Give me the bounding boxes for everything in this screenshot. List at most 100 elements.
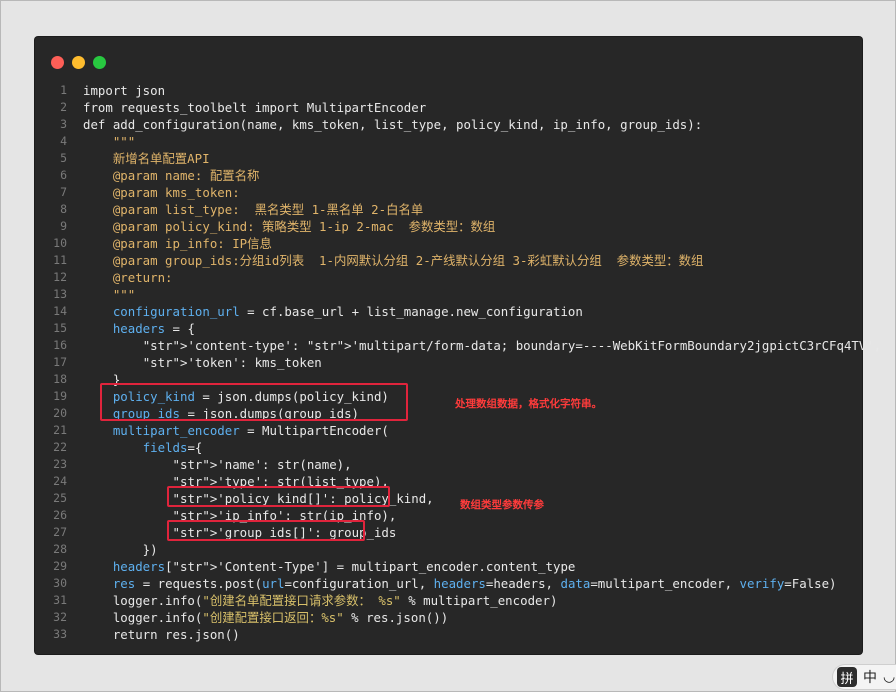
line-number: 16: [53, 338, 67, 352]
code-text: multipart_encoder = MultipartEncoder(: [112, 423, 389, 438]
line-number: 7: [60, 185, 67, 199]
code-text: from requests_toolbelt import MultipartE…: [83, 100, 427, 115]
line-number: 21: [53, 423, 67, 437]
code-line: 9 @param policy_kind: 策略类型 1-ip 2-mac 参数…: [35, 218, 862, 235]
code-text: @return:: [83, 270, 173, 285]
code-line: 31 logger.info("创建名单配置接口请求参数： %s" % mult…: [35, 592, 862, 609]
line-number: 31: [53, 593, 67, 607]
code-line: 24 "str">'type': str(list_type),: [35, 473, 862, 490]
line-number: 14: [53, 304, 67, 318]
code-text: 新增名单配置API: [83, 151, 210, 166]
code-text: @param policy_kind: 策略类型 1-ip 2-mac 参数类型…: [83, 219, 496, 234]
annotation-note-1: 处理数组数据，格式化字符串。: [455, 398, 602, 410]
code-line: 1 import json: [35, 82, 862, 99]
line-number: 24: [53, 474, 67, 488]
code-text: def add_configuration(name, kms_token, l…: [83, 117, 703, 132]
line-number: 19: [53, 389, 67, 403]
code-line: 22 fields={: [35, 439, 862, 456]
code-text: logger.info("创建配置接口返回：%s" % res.json()): [83, 610, 449, 625]
code-text: configuration_url = cf.base_url + list_m…: [112, 304, 583, 319]
code-text: import json: [83, 83, 166, 98]
code-text: @param ip_info: IP信息: [83, 236, 272, 251]
line-number: 6: [60, 168, 67, 182]
ime-punctuation-icon[interactable]: ◡: [883, 669, 895, 685]
code-line: 29 headers["str">'Content-Type'] = multi…: [35, 558, 862, 575]
minimize-button[interactable]: [72, 56, 85, 69]
line-number: 30: [53, 576, 67, 590]
code-line: 33 return res.json(): [35, 626, 862, 643]
window-controls: [51, 56, 106, 69]
code-line: 27 "str">'group_ids[]': group_ids: [35, 524, 862, 541]
code-line: 15 headers = {: [35, 320, 862, 337]
line-number: 11: [53, 253, 67, 267]
code-line: 10 @param ip_info: IP信息: [35, 235, 862, 252]
line-number: 10: [53, 236, 67, 250]
code-text: """: [83, 287, 136, 302]
line-number: 9: [60, 219, 67, 233]
line-number: 28: [53, 542, 67, 556]
ime-pinyin-icon[interactable]: 拼: [837, 667, 857, 687]
ime-mode-toggle[interactable]: 中: [863, 667, 877, 687]
ime-toolbar[interactable]: 拼 中 ◡: [832, 664, 896, 690]
code-text: @param kms_token:: [83, 185, 240, 200]
highlight-box-dumps: [100, 383, 408, 421]
code-line: 4 """: [35, 133, 862, 150]
line-number: 25: [53, 491, 67, 505]
line-number: 8: [60, 202, 67, 216]
code-line: 23 "str">'name': str(name),: [35, 456, 862, 473]
line-number: 5: [60, 151, 67, 165]
code-line: 2 from requests_toolbelt import Multipart…: [35, 99, 862, 116]
code-line: 26 "str">'ip_info': str(ip_info),: [35, 507, 862, 524]
code-line: 17 "str">'token': kms_token: [35, 354, 862, 371]
line-number: 18: [53, 372, 67, 386]
code-editor-window: 1 import json 2 from requests_toolbelt impo…: [35, 37, 881, 654]
code-text: return res.json(): [83, 627, 240, 642]
line-number: 29: [53, 559, 67, 573]
code-line: 13 """: [35, 286, 862, 303]
code-text: }): [83, 542, 158, 557]
code-line: 3 def add_configuration(name, kms_token, …: [35, 116, 862, 133]
code-text: @param group_ids:分组id列表 1-内网默认分组 2-产线默认分…: [83, 253, 704, 268]
line-number: 26: [53, 508, 67, 522]
code-text: "str">'token': kms_token: [142, 355, 322, 370]
line-number: 20: [53, 406, 67, 420]
line-number: 12: [53, 270, 67, 284]
line-number: 13: [53, 287, 67, 301]
code-text: "str">'content-type': "str">'multipart/f…: [142, 338, 882, 353]
code-line: 32 logger.info("创建配置接口返回：%s" % res.json(…: [35, 609, 862, 626]
code-text: """: [83, 134, 136, 149]
line-number: 23: [53, 457, 67, 471]
code-line: 7 @param kms_token:: [35, 184, 862, 201]
code-text: res = requests.post(url=configuration_ur…: [112, 576, 837, 591]
close-button[interactable]: [51, 56, 64, 69]
code-line: 25 "str">'policy_kind[]': policy_kind,: [35, 490, 862, 507]
code-text: @param list_type: 黑名类型 1-黑名单 2-白名单: [83, 202, 424, 217]
maximize-button[interactable]: [93, 56, 106, 69]
line-number: 17: [53, 355, 67, 369]
line-number: 2: [60, 100, 67, 114]
line-number: 33: [53, 627, 67, 641]
code-text: @param name: 配置名称: [83, 168, 260, 183]
line-number: 22: [53, 440, 67, 454]
code-line: 8 @param list_type: 黑名类型 1-黑名单 2-白名单: [35, 201, 862, 218]
code-line: 28 }): [35, 541, 862, 558]
code-line: 14 configuration_url = cf.base_url + lis…: [35, 303, 862, 320]
code-text: logger.info("创建名单配置接口请求参数： %s" % multipa…: [83, 593, 558, 608]
code-text: headers["str">'Content-Type'] = multipar…: [112, 559, 576, 574]
line-number: 3: [60, 117, 67, 131]
line-number: 1: [60, 83, 67, 97]
code-line: 5 新增名单配置API: [35, 150, 862, 167]
highlight-box-policy-kind: [167, 486, 390, 507]
code-line: 16 "str">'content-type': "str">'multipar…: [35, 337, 881, 354]
line-number: 15: [53, 321, 67, 335]
code-line: 30 res = requests.post(url=configuration…: [35, 575, 862, 592]
line-number: 4: [60, 134, 67, 148]
code-line: 21 multipart_encoder = MultipartEncoder(: [35, 422, 862, 439]
line-number: 32: [53, 610, 67, 624]
annotation-note-2: 数组类型参数传参: [460, 499, 544, 511]
code-text: fields={: [142, 440, 203, 455]
code-line: 12 @return:: [35, 269, 862, 286]
code-text: "str">'name': str(name),: [172, 457, 352, 472]
code-line: 11 @param group_ids:分组id列表 1-内网默认分组 2-产线…: [35, 252, 862, 269]
highlight-box-group-ids: [167, 520, 365, 541]
